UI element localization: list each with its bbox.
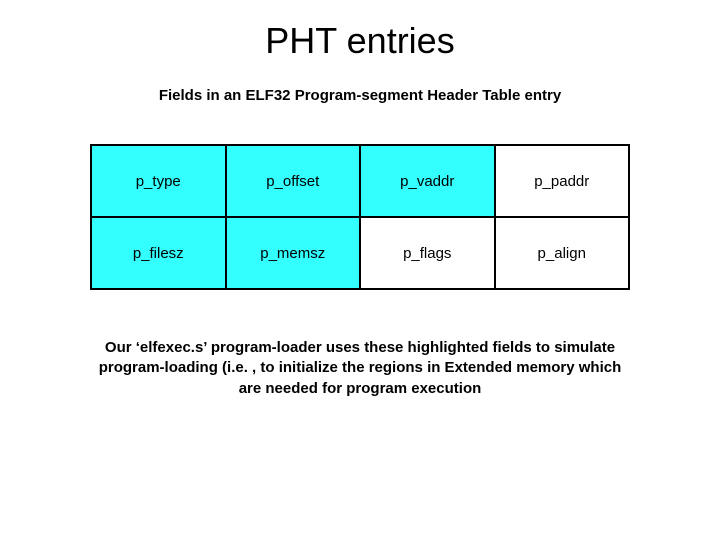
table-row: p_filesz p_memsz p_flags p_align bbox=[91, 217, 629, 289]
footer-description: Our ‘elfexec.s’ program-loader uses thes… bbox=[90, 338, 630, 399]
field-cell: p_vaddr bbox=[360, 145, 495, 217]
field-cell: p_flags bbox=[360, 217, 495, 289]
field-cell: p_offset bbox=[226, 145, 361, 217]
fields-table: p_type p_offset p_vaddr p_paddr p_filesz… bbox=[90, 144, 630, 290]
table-row: p_type p_offset p_vaddr p_paddr bbox=[91, 145, 629, 217]
field-cell: p_paddr bbox=[495, 145, 630, 217]
page-title: PHT entries bbox=[0, 20, 720, 62]
field-cell: p_type bbox=[91, 145, 226, 217]
field-cell: p_filesz bbox=[91, 217, 226, 289]
pht-fields-table: p_type p_offset p_vaddr p_paddr p_filesz… bbox=[90, 144, 630, 290]
field-cell: p_align bbox=[495, 217, 630, 289]
subtitle: Fields in an ELF32 Program-segment Heade… bbox=[0, 87, 720, 104]
field-cell: p_memsz bbox=[226, 217, 361, 289]
